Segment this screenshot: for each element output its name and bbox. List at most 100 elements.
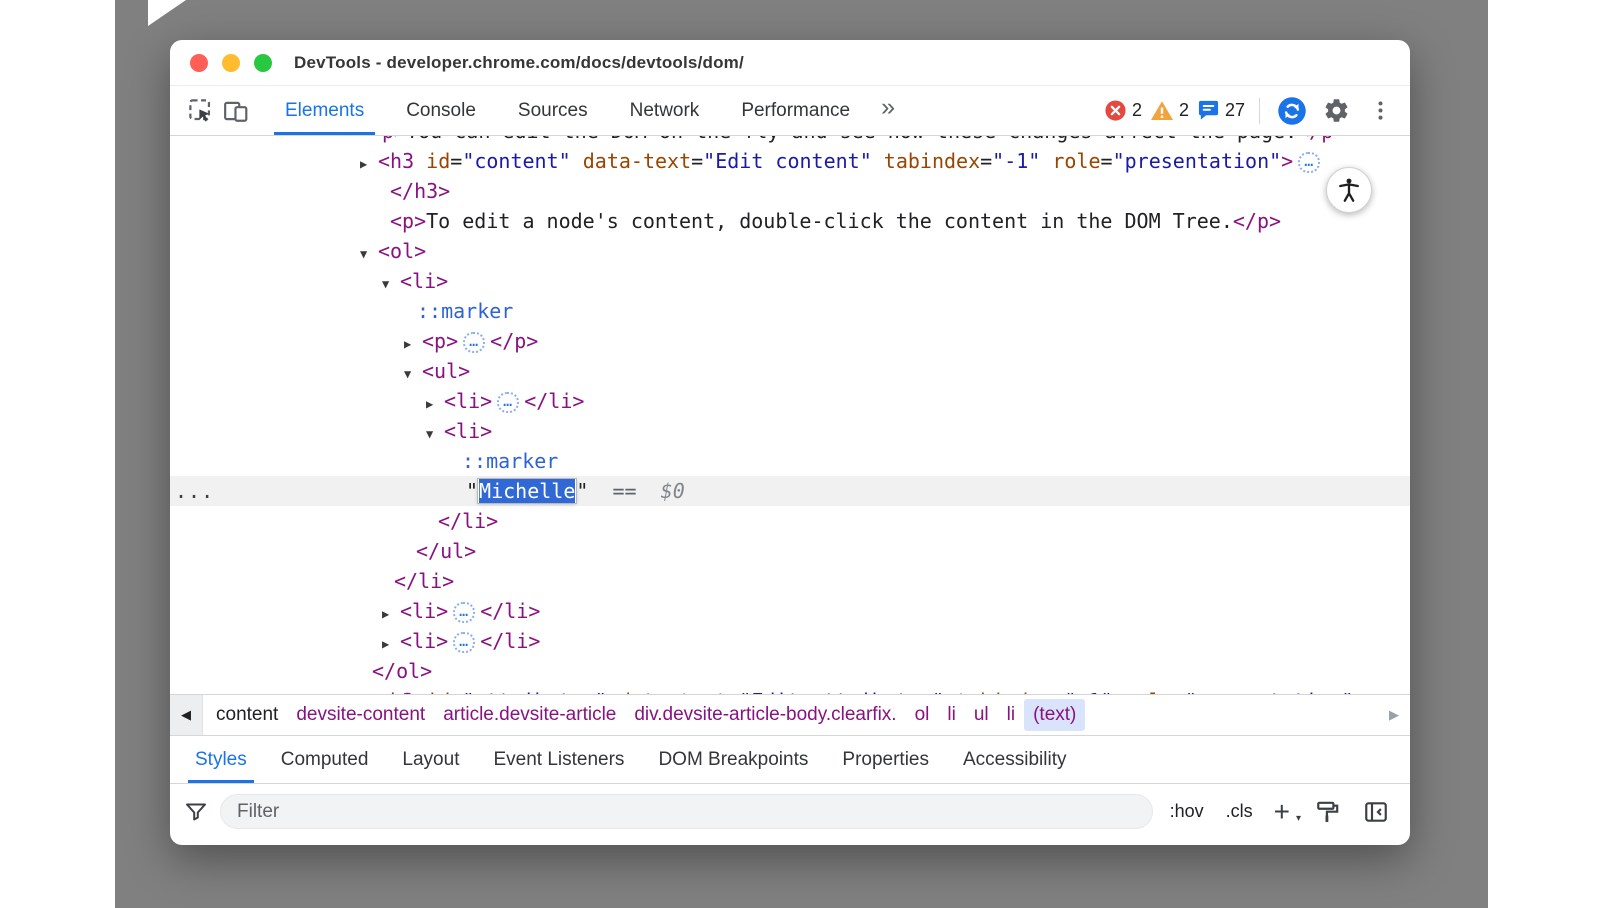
accessibility-overlay-button[interactable] bbox=[1326, 167, 1372, 213]
close-window-button[interactable] bbox=[190, 54, 208, 72]
disclosure-right-icon[interactable]: ▶ bbox=[404, 329, 422, 359]
dom-tree-node[interactable]: </ul> bbox=[170, 536, 1410, 566]
tab-accessibility[interactable]: Accessibility bbox=[946, 736, 1083, 783]
dom-tree-node[interactable]: ..."Michelle" == $0 bbox=[170, 476, 1410, 506]
inspect-element-button[interactable] bbox=[182, 93, 218, 129]
disclosure-down-icon[interactable]: ▼ bbox=[382, 269, 400, 299]
breadcrumb-item[interactable]: li bbox=[938, 699, 964, 731]
breadcrumb: contentdevsite-contentarticle.devsite-ar… bbox=[203, 695, 1378, 735]
panel-tab-elements[interactable]: Elements bbox=[264, 86, 385, 135]
breadcrumb-item[interactable]: devsite-content bbox=[287, 699, 434, 731]
element-classes-button[interactable]: .cls bbox=[1221, 801, 1258, 822]
tab-computed[interactable]: Computed bbox=[264, 736, 386, 783]
dom-tree-node[interactable]: ▶<h3 id="content" data-text="Edit conten… bbox=[170, 146, 1410, 176]
disclosure-right-icon[interactable]: ▶ bbox=[426, 389, 444, 419]
breadcrumb-item[interactable]: li bbox=[998, 699, 1024, 731]
inline-expand-icon[interactable]: … bbox=[453, 602, 475, 623]
warnings-badge[interactable]: 2 bbox=[1150, 99, 1189, 123]
breadcrumb-item[interactable]: article.devsite-article bbox=[434, 699, 625, 731]
dom-tree-node[interactable]: ▶<p>…</p> bbox=[170, 326, 1410, 356]
dom-tree-node[interactable]: </li> bbox=[170, 566, 1410, 596]
dom-token: "-1" bbox=[1064, 689, 1112, 694]
dom-tree-node[interactable]: ▶<li>…</li> bbox=[170, 386, 1410, 416]
inline-edit-box[interactable]: Michelle bbox=[478, 479, 576, 503]
inline-expand-icon[interactable]: … bbox=[1298, 152, 1320, 173]
disclosure-right-icon[interactable]: ▶ bbox=[360, 149, 378, 179]
row-overflow-ellipsis[interactable]: ... bbox=[175, 476, 214, 506]
disclosure-right-icon[interactable]: ▶ bbox=[382, 599, 400, 629]
tab-properties[interactable]: Properties bbox=[825, 736, 946, 783]
toggle-element-state-button[interactable]: :hov bbox=[1165, 801, 1209, 822]
dom-tree-node[interactable]: </ol> bbox=[170, 656, 1410, 686]
breadcrumb-back-button[interactable]: ◀ bbox=[170, 695, 203, 735]
dom-token: = bbox=[727, 689, 739, 694]
more-panels-button[interactable]: » bbox=[881, 95, 895, 126]
window-title: DevTools - developer.chrome.com/docs/dev… bbox=[294, 53, 744, 73]
filter-input[interactable] bbox=[220, 794, 1153, 829]
device-toolbar-button[interactable] bbox=[218, 93, 254, 129]
dom-token: "content" bbox=[462, 149, 570, 173]
device-toolbar-icon bbox=[223, 98, 249, 124]
sidebar-tab-strip: StylesComputedLayoutEvent ListenersDOM B… bbox=[170, 736, 1410, 784]
errors-badge[interactable]: 2 bbox=[1104, 99, 1142, 122]
breadcrumb-item[interactable]: (text) bbox=[1024, 699, 1085, 731]
dom-token: <p> bbox=[390, 209, 426, 233]
toggle-sidebar-button[interactable] bbox=[1358, 794, 1394, 830]
dom-tree-node[interactable]: ::marker bbox=[170, 296, 1410, 326]
disclosure-down-icon[interactable]: ▼ bbox=[426, 419, 444, 449]
dom-token[interactable]: Michelle bbox=[479, 479, 575, 503]
disclosure-down-icon[interactable]: ▼ bbox=[360, 239, 378, 269]
dom-tree-node[interactable]: ▼<ol> bbox=[170, 236, 1410, 266]
minimize-window-button[interactable] bbox=[222, 54, 240, 72]
filter-funnel-icon bbox=[184, 800, 208, 824]
panel-tab-strip: ElementsConsoleSourcesNetworkPerformance bbox=[264, 86, 871, 135]
dom-token bbox=[571, 149, 583, 173]
breadcrumb-item[interactable]: ol bbox=[906, 699, 939, 731]
issues-badge[interactable]: 27 bbox=[1197, 99, 1245, 122]
tab-event-listeners[interactable]: Event Listeners bbox=[476, 736, 641, 783]
dom-tree-node[interactable]: ▶<li>…</li> bbox=[170, 626, 1410, 656]
breadcrumb-forward-button[interactable]: ▶ bbox=[1378, 695, 1410, 735]
dom-tree-node[interactable]: </h3> bbox=[170, 176, 1410, 206]
sync-button[interactable] bbox=[1274, 93, 1310, 129]
breadcrumb-item[interactable]: content bbox=[207, 699, 287, 731]
dom-token: </ul> bbox=[416, 539, 476, 563]
zoom-window-button[interactable] bbox=[254, 54, 272, 72]
dom-token: <h3 bbox=[378, 689, 414, 694]
disclosure-right-icon[interactable]: ▶ bbox=[382, 629, 400, 659]
tab-styles[interactable]: Styles bbox=[178, 736, 264, 783]
dom-tree-node[interactable]: </li> bbox=[170, 506, 1410, 536]
dom-tree-node[interactable]: ▼<ul> bbox=[170, 356, 1410, 386]
dom-tree-node[interactable]: ▼<li> bbox=[170, 416, 1410, 446]
disclosure-right-icon[interactable]: ▶ bbox=[360, 689, 378, 694]
panel-tab-console[interactable]: Console bbox=[385, 86, 497, 135]
inline-expand-icon[interactable]: … bbox=[463, 332, 485, 353]
tab-layout[interactable]: Layout bbox=[385, 736, 476, 783]
dom-tree-node[interactable]: ::marker bbox=[170, 446, 1410, 476]
dom-tree-node[interactable]: ▼<li> bbox=[170, 266, 1410, 296]
dom-tree-node[interactable]: ▶<li>…</li> bbox=[170, 596, 1410, 626]
breadcrumb-item[interactable]: ul bbox=[965, 699, 998, 731]
panel-tab-performance[interactable]: Performance bbox=[720, 86, 871, 135]
dom-token bbox=[944, 689, 956, 694]
settings-button[interactable] bbox=[1318, 93, 1354, 129]
dom-token: </h3> bbox=[390, 179, 450, 203]
dom-tree-node[interactable]: ▶<h3 id="attributes" data-text="Edit att… bbox=[170, 686, 1410, 694]
dom-token: "-1" bbox=[992, 149, 1040, 173]
panel-tab-sources[interactable]: Sources bbox=[497, 86, 609, 135]
dom-token: role bbox=[1052, 149, 1100, 173]
new-style-rule-button[interactable]: + bbox=[1270, 798, 1298, 826]
inline-expand-icon[interactable]: … bbox=[497, 392, 519, 413]
dom-token: = bbox=[450, 689, 462, 694]
dom-tree-node[interactable]: p>You can edit the DOM on the fly and se… bbox=[170, 136, 1410, 146]
menu-button[interactable] bbox=[1362, 93, 1398, 129]
dom-token: > bbox=[1281, 149, 1293, 173]
panel-toggle-icon bbox=[1363, 799, 1389, 825]
tab-dom-breakpoints[interactable]: DOM Breakpoints bbox=[641, 736, 825, 783]
rendering-emulations-button[interactable] bbox=[1310, 794, 1346, 830]
disclosure-down-icon[interactable]: ▼ bbox=[404, 359, 422, 389]
breadcrumb-item[interactable]: div.devsite-article-body.clearfix. bbox=[625, 699, 905, 731]
dom-tree-node[interactable]: <p>To edit a node's content, double-clic… bbox=[170, 206, 1410, 236]
inline-expand-icon[interactable]: … bbox=[453, 632, 475, 653]
panel-tab-network[interactable]: Network bbox=[609, 86, 721, 135]
